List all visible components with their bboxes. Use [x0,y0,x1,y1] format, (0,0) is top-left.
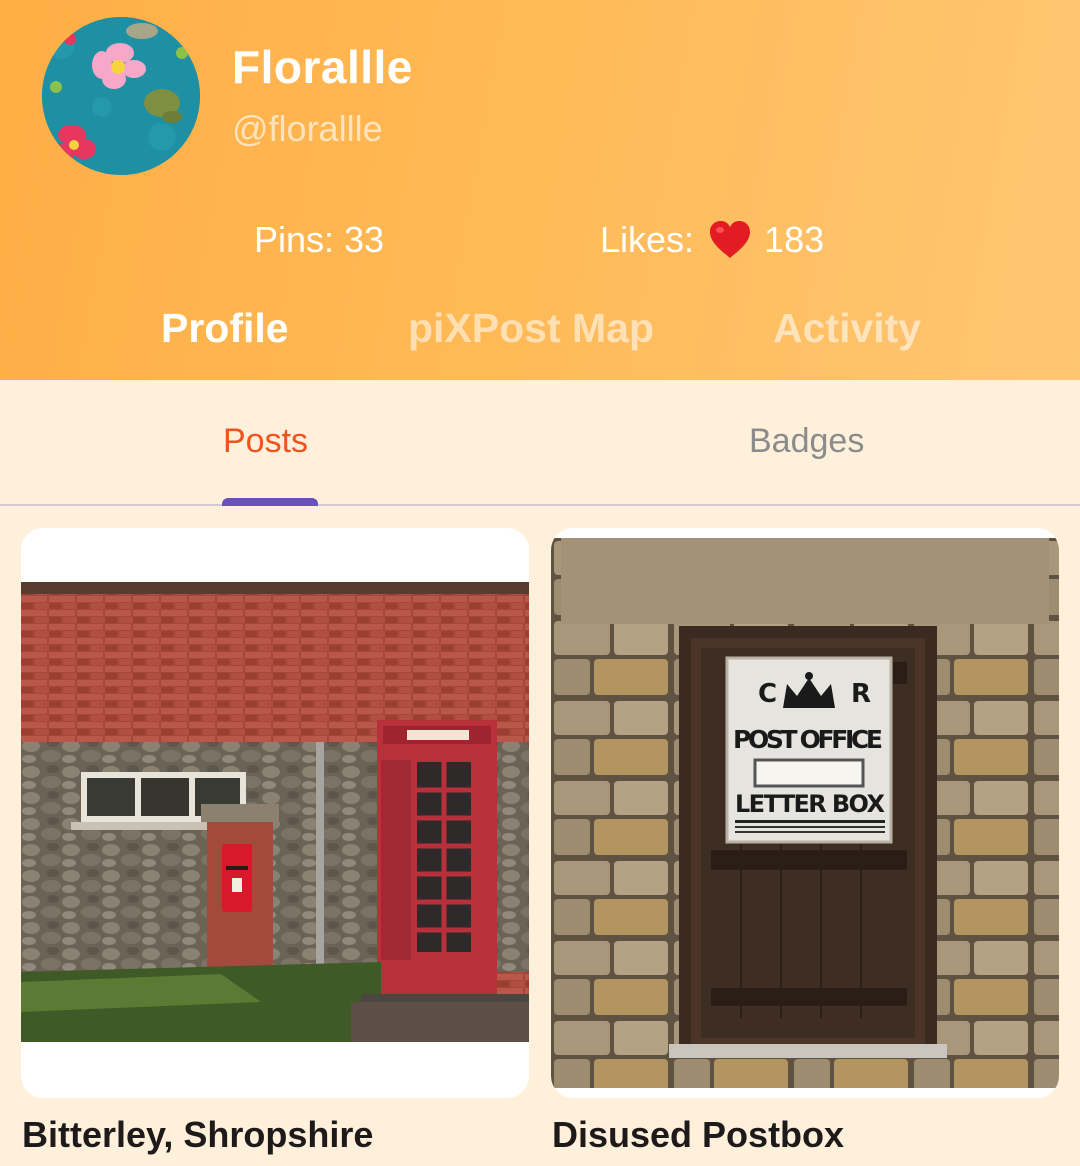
svg-text:LETTER BOX: LETTER BOX [735,790,885,818]
active-tab-indicator [222,498,318,506]
profile-screen: Florallle @florallle Pins: 33 Likes: 183… [0,0,1080,1166]
likes-label: Likes: [600,219,695,260]
post-title: Bitterley, Shropshire [22,1114,374,1155]
svg-text:POST OFFICE: POST OFFICE [733,725,883,754]
subtab-badges[interactable]: Badges [749,422,864,461]
tab-activity[interactable]: Activity [773,305,921,352]
likes-value: 183 [764,219,825,260]
svg-text:C: C [758,679,777,709]
post-card[interactable] [21,528,529,1098]
user-handle: @florallle [232,108,383,149]
avatar[interactable] [42,17,200,175]
pins-count: Pins: 33 [254,219,384,261]
likes-count: Likes: 183 [600,219,824,261]
post-title: Disused Postbox [552,1114,845,1155]
post-card[interactable]: C R POST OFFICE LETTER BOX [551,528,1059,1098]
svg-text:R: R [851,679,871,709]
tab-pixpost-map[interactable]: piXPost Map [408,305,654,352]
phone-box-and-postbox-photo [21,582,529,1042]
pins-label: Pins: 33 [254,219,385,260]
post-office-letter-box-door-photo: C R POST OFFICE LETTER BOX [551,538,1059,1088]
knitted-flowers-avatar-icon [42,17,200,175]
profile-header: Florallle @florallle Pins: 33 Likes: 183… [0,0,1080,380]
tab-profile[interactable]: Profile [161,305,289,352]
content-subtabs: Posts Badges [0,380,1080,506]
subtab-posts[interactable]: Posts [223,422,308,461]
heart-icon [708,220,752,260]
display-name: Florallle [232,41,413,93]
